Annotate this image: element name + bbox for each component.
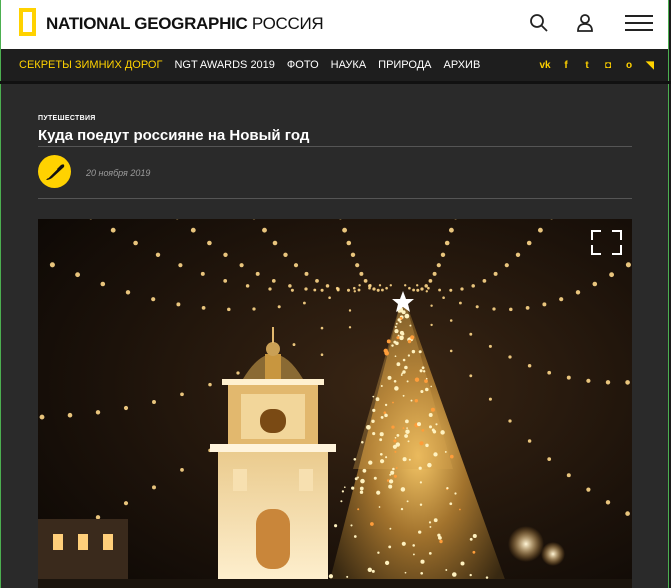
- user-icon[interactable]: [572, 10, 598, 36]
- quill-icon: [45, 163, 64, 180]
- hamburger-menu-icon[interactable]: [623, 10, 655, 36]
- rss-icon[interactable]: ◥: [644, 60, 656, 71]
- logo-main-text: NATIONAL GEOGRAPHIC: [46, 14, 248, 33]
- article-date: 20 ноября 2019: [86, 168, 151, 178]
- nav-item-photo[interactable]: ФОТО: [287, 59, 319, 71]
- nav-item-ngt-awards[interactable]: NGT AWARDS 2019: [174, 59, 274, 71]
- search-icon[interactable]: [526, 10, 552, 36]
- social-links: vk f t ◘ o ◥: [539, 49, 656, 81]
- article-category[interactable]: ПУТЕШЕСТВИЯ: [38, 115, 96, 122]
- nav-item-science[interactable]: НАУКА: [331, 59, 367, 71]
- facebook-icon[interactable]: f: [560, 60, 572, 71]
- nav-item-nature[interactable]: ПРИРОДА: [378, 59, 431, 71]
- main-navigation: СЕКРЕТЫ ЗИМНИХ ДОРОГ NGT AWARDS 2019 ФОТ…: [0, 49, 669, 81]
- instagram-icon[interactable]: ◘: [602, 60, 614, 71]
- vk-icon[interactable]: vk: [539, 60, 551, 71]
- meta-divider: [38, 198, 632, 199]
- title-divider: [38, 146, 632, 147]
- twitter-icon[interactable]: t: [581, 60, 593, 71]
- author-avatar[interactable]: [38, 155, 71, 188]
- odnoklassniki-icon[interactable]: o: [623, 60, 635, 71]
- article-title: Куда поедут россияне на Новый год: [38, 127, 310, 144]
- nav-item-winter-roads[interactable]: СЕКРЕТЫ ЗИМНИХ ДОРОГ: [19, 59, 162, 71]
- logo-region-text: РОССИЯ: [251, 14, 324, 33]
- site-logo[interactable]: NATIONAL GEOGRAPHIC РОССИЯ: [46, 14, 324, 34]
- logo-yellow-frame[interactable]: [19, 8, 36, 36]
- site-header: NATIONAL GEOGRAPHIC РОССИЯ: [0, 0, 669, 49]
- nav-item-archive[interactable]: АРХИВ: [444, 59, 481, 71]
- article-container: ПУТЕШЕСТВИЯ Куда поедут россияне на Новы…: [0, 84, 669, 588]
- article-hero-image[interactable]: [38, 219, 632, 588]
